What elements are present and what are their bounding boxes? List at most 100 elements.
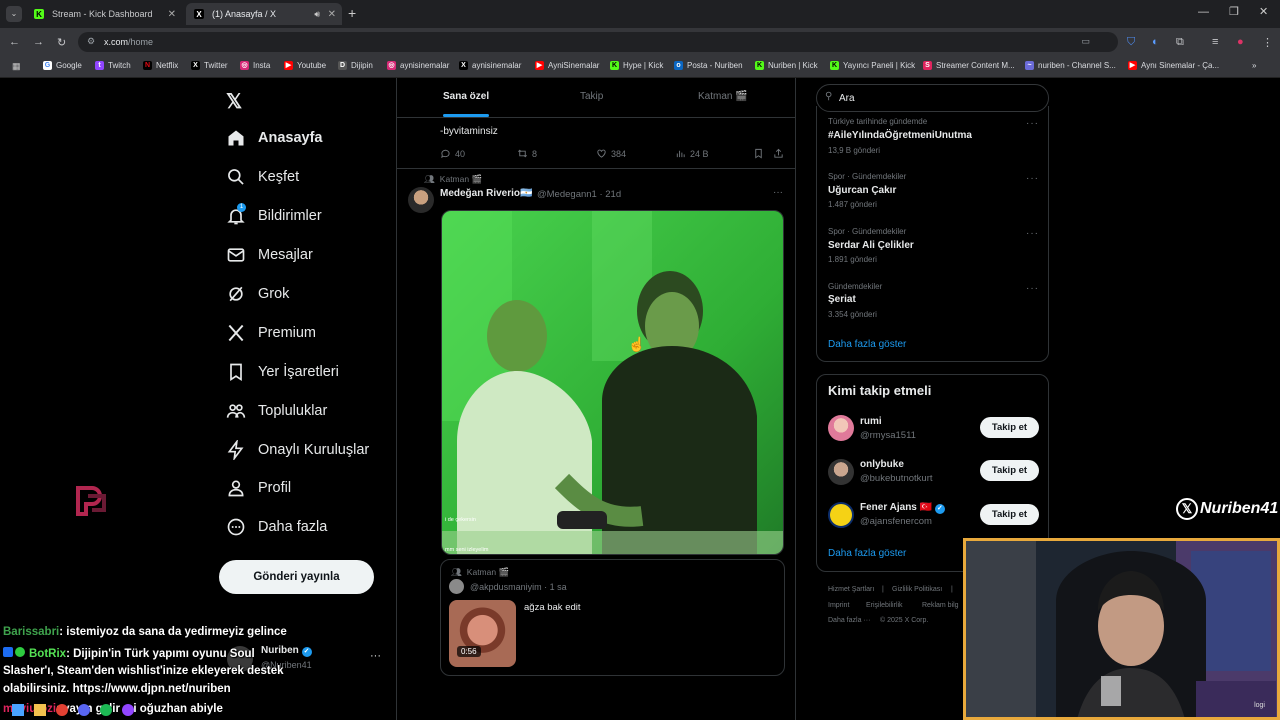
forward-icon[interactable]: → (33, 36, 44, 48)
retweet-button[interactable]: 8 (517, 148, 537, 159)
bookmark-insta[interactable]: ◎ Insta (240, 61, 270, 70)
bookmark-posta[interactable]: o Posta - Nuriben (674, 61, 743, 70)
minimize-button[interactable]: — (1198, 6, 1209, 18)
trend-name[interactable]: #AileYılındaÖğretmeniUnutma (828, 130, 972, 141)
bookmark-hype-kick[interactable]: K Hype | Kick (610, 61, 663, 70)
window-close-button[interactable]: ✕ (1259, 5, 1268, 18)
nav-grok[interactable]: Grok (226, 280, 289, 308)
suggested-user-name[interactable]: Fener Ajans 🇹🇷 ✓ (860, 502, 945, 514)
trend-more-icon[interactable]: ··· (1026, 283, 1039, 294)
bookmark-ayni-sinemalar[interactable]: ▶ Aynı Sinemalar - Ça... (1128, 61, 1219, 70)
tweet-more-icon[interactable]: ··· (773, 187, 783, 198)
bookmark-streamer-content[interactable]: S Streamer Content M... (923, 61, 1015, 70)
nav-communities[interactable]: Topluluklar (226, 397, 327, 425)
nav-premium[interactable]: Premium (226, 319, 316, 347)
file-explorer-icon[interactable] (34, 703, 46, 716)
close-icon[interactable]: ✕ (168, 9, 176, 20)
share-button[interactable] (773, 148, 788, 159)
nav-explore[interactable]: Keşfet (226, 163, 299, 191)
nav-home[interactable]: Anasayfa (226, 124, 322, 152)
bookmark-twitter[interactable]: X Twitter (191, 61, 228, 70)
trend-name[interactable]: Serdar Ali Çelikler (828, 240, 914, 251)
extension-icon[interactable]: ◐ (1152, 36, 1159, 48)
tab-katman[interactable]: Katman 🎬 (698, 91, 748, 102)
tab-x-home[interactable]: X (1) Anasayfa / X 🔊︎ ✕ (186, 3, 342, 25)
apps-icon[interactable]: ▦ (12, 61, 21, 72)
menu-icon[interactable]: ⋮ (1262, 36, 1273, 49)
footer-privacy-link[interactable]: Gizlilik Politikası (892, 586, 942, 593)
like-button[interactable]: 384 (596, 148, 626, 159)
tab-search-icon[interactable]: ⌄ (6, 6, 22, 22)
media-icon[interactable]: ≡ (1212, 36, 1218, 48)
follow-button[interactable]: Takip et (980, 417, 1039, 438)
bookmark-google[interactable]: G Google (43, 61, 82, 70)
follow-button[interactable]: Takip et (980, 460, 1039, 481)
tab-kick-dashboard[interactable]: K Stream - Kick Dashboard ✕ (26, 3, 182, 25)
fener-ajans-logo-icon[interactable] (828, 502, 854, 528)
bookmark-button[interactable] (753, 148, 768, 159)
footer-accessibility-link[interactable]: Erişilebilirlik (866, 602, 903, 609)
close-icon[interactable]: ✕ (328, 9, 336, 20)
new-tab-button[interactable]: + (348, 5, 356, 21)
user-avatar[interactable] (828, 459, 854, 485)
x-logo-icon[interactable]: 𝕏 (226, 89, 242, 114)
nav-bookmarks[interactable]: Yer İşaretleri (226, 358, 339, 386)
tweet-video[interactable]: i de çekersin mm seni izleyelim (441, 210, 784, 555)
trend-name[interactable]: Uğurcan Çakır (828, 185, 896, 196)
windows-start-icon[interactable] (12, 703, 24, 716)
spotify-icon[interactable] (100, 703, 112, 716)
nav-messages[interactable]: Mesajlar (226, 241, 313, 269)
puzzle-icon[interactable]: ⧉ (1176, 36, 1184, 49)
suggested-user-name[interactable]: rumi (860, 416, 882, 427)
account-more-icon[interactable]: ··· (370, 650, 381, 662)
site-info-icon[interactable]: ⚙ (87, 36, 95, 47)
profile-avatar-icon[interactable]: ● (1237, 36, 1244, 48)
bookmark-netflix[interactable]: N Netflix (143, 61, 178, 70)
footer-terms-link[interactable]: Hizmet Şartları (828, 586, 874, 593)
who-show-more-link[interactable]: Daha fazla göster (828, 548, 906, 559)
bookmark-nuriben-kick[interactable]: K Nuriben | Kick (755, 61, 818, 70)
address-bar[interactable]: ⚙ x.com/home ▭ (78, 32, 1118, 52)
reload-icon[interactable]: ↻ (57, 36, 66, 49)
bookmarks-overflow-icon[interactable]: » (1252, 61, 1256, 70)
nav-more[interactable]: Daha fazla (226, 513, 327, 541)
bookmark-youtube[interactable]: ▶ Youtube (284, 61, 326, 70)
trends-show-more-link[interactable]: Daha fazla göster (828, 339, 906, 350)
nav-verified-orgs[interactable]: Onaylı Kuruluşlar (226, 436, 369, 464)
tweet-author[interactable]: Medeğan Riverio🇦🇷 (440, 188, 532, 199)
bookmark-dijipin[interactable]: D Dijipin (338, 61, 373, 70)
bookmark-twitch[interactable]: t Twitch (95, 61, 131, 70)
bookmark-nuriben-channel[interactable]: ~ nuriben - Channel S... (1025, 61, 1116, 70)
restore-button[interactable]: ❐ (1229, 5, 1239, 18)
footer-ads-link[interactable]: Reklam bilg (922, 602, 959, 609)
author-avatar[interactable] (408, 187, 434, 213)
bookmark-aynisinemalar-2[interactable]: Xaynisinemalar (459, 61, 521, 70)
post-button[interactable]: Gönderi yayınla (219, 560, 374, 594)
trend-more-icon[interactable]: ··· (1026, 173, 1039, 184)
follow-button[interactable]: Takip et (980, 504, 1039, 525)
cast-icon[interactable]: ▭ (1081, 36, 1090, 47)
footer-more-link[interactable]: Daha fazla ··· (828, 617, 870, 624)
tab-for-you[interactable]: Sana özel (443, 91, 489, 102)
footer-imprint-link[interactable]: Imprint (828, 602, 849, 609)
user-avatar[interactable] (828, 415, 854, 441)
views-button[interactable]: 24 B (675, 148, 709, 159)
discord-icon[interactable] (78, 703, 90, 716)
speaker-icon[interactable]: 🔊︎ (314, 9, 320, 20)
tab-following[interactable]: Takip (580, 91, 603, 102)
quote-video-thumbnail[interactable]: 0:56 (449, 600, 516, 667)
nav-notifications[interactable]: Bildirimler 1 (226, 202, 322, 230)
bookmark-yayinci-paneli[interactable]: K Yayıncı Paneli | Kick (830, 61, 915, 70)
back-icon[interactable]: ← (9, 36, 20, 48)
reply-button[interactable]: 40 (440, 148, 465, 159)
bookmark-aynisinemalar-3[interactable]: ▶ AyniSinemalar (535, 61, 599, 70)
shield-icon[interactable]: ⛉ (1127, 36, 1135, 49)
suggested-user-name[interactable]: onlybuke (860, 459, 904, 470)
nav-profile[interactable]: Profil (226, 474, 291, 502)
trend-more-icon[interactable]: ··· (1026, 118, 1039, 129)
obs-icon[interactable] (122, 703, 134, 716)
bookmark-aynisinemalar-1[interactable]: ◎ aynisinemalar (387, 61, 449, 70)
chrome-icon[interactable] (56, 703, 68, 716)
trend-name[interactable]: Şeriat (828, 294, 856, 305)
trend-more-icon[interactable]: ··· (1026, 228, 1039, 239)
